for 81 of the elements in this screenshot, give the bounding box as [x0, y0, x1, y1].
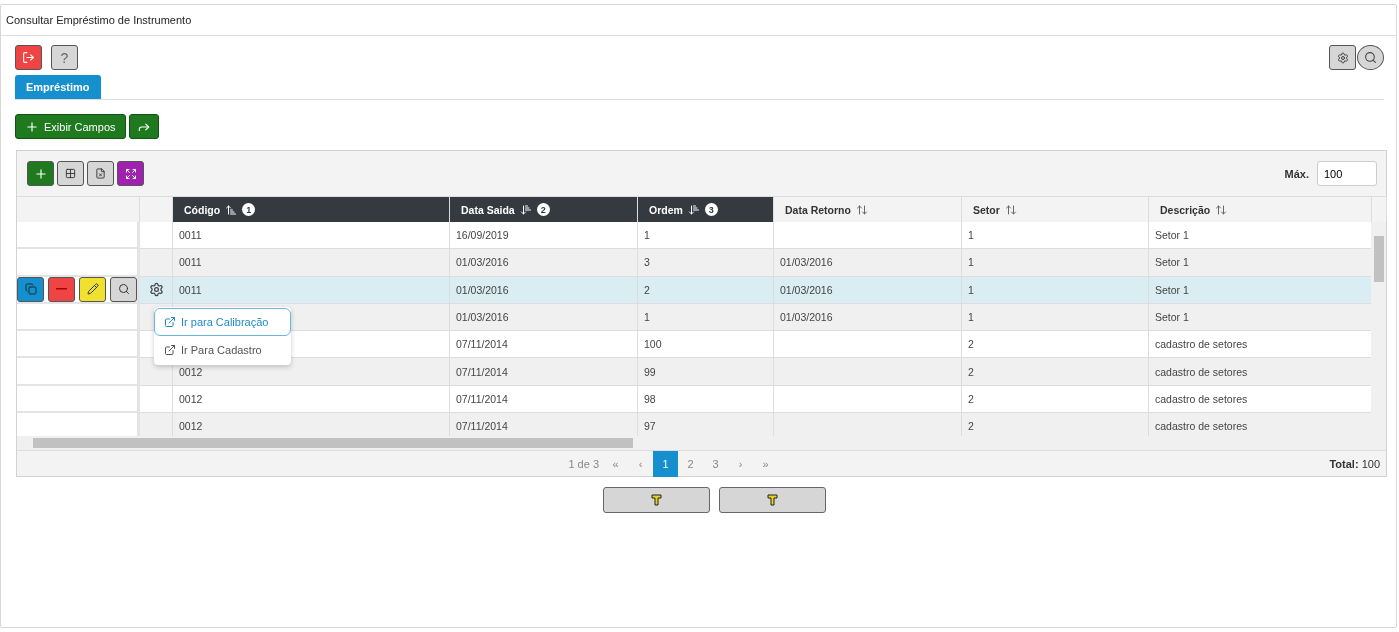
sort-icon[interactable] — [855, 203, 868, 216]
plus-icon — [33, 166, 48, 181]
column-header[interactable]: Data Saida 2 — [450, 196, 638, 222]
column-header[interactable]: Setor — [962, 196, 1149, 222]
column-label: Descrição — [1160, 203, 1211, 216]
menu-item[interactable]: Ir para Calibração — [154, 308, 291, 336]
expand-icon — [124, 167, 137, 180]
exit-icon — [22, 51, 35, 64]
max-label: Máx. — [1284, 167, 1309, 180]
copy-icon — [24, 283, 37, 296]
sort-order-badge: 1 — [242, 203, 256, 216]
tool-button[interactable] — [603, 487, 710, 513]
share-button[interactable] — [128, 114, 159, 139]
header-cell — [140, 196, 173, 222]
column-header[interactable]: Ordem 3 — [638, 196, 774, 222]
search-icon — [1364, 51, 1377, 64]
sort-order-badge: 3 — [704, 203, 718, 216]
sort-order-badge: 2 — [536, 203, 550, 216]
table-cell: 01/03/2016 — [450, 249, 638, 277]
column-label: Código — [184, 203, 221, 216]
table-cell: 1 — [962, 249, 1149, 277]
column-header[interactable]: Código 1 — [173, 196, 450, 222]
tab[interactable]: Empréstimo — [15, 75, 101, 99]
table-cell: 3 — [638, 249, 774, 277]
add-button[interactable] — [27, 161, 54, 186]
table-row[interactable]: 0012 07/11/2014 99 2 cadastro de setores — [17, 358, 1371, 386]
edit-button[interactable] — [79, 276, 106, 302]
copy-button[interactable] — [17, 276, 44, 302]
external-link-icon — [164, 344, 176, 356]
settings-icon[interactable] — [148, 282, 164, 298]
exit-button[interactable] — [15, 45, 42, 70]
pencil-icon — [86, 283, 99, 296]
table-cell: 0011 — [173, 276, 450, 304]
settings-icon — [1336, 51, 1349, 64]
expand-button[interactable] — [117, 161, 144, 186]
table-cell: 07/11/2014 — [450, 358, 638, 386]
search-icon — [117, 283, 130, 296]
page-summary: 1 de 3 — [568, 457, 600, 470]
sort-ascending-icon[interactable] — [225, 203, 238, 216]
column-label: Setor — [973, 203, 1000, 216]
show-fields-button[interactable]: Exibir Campos — [15, 114, 126, 139]
settings-button[interactable] — [1329, 45, 1356, 70]
column-label: Data Saida — [461, 203, 515, 216]
window-title: Consultar Empréstimo de Instrumento — [1, 5, 1396, 36]
table-cell: 01/03/2016 — [774, 249, 962, 277]
table-row[interactable]: 0011 01/03/2016 2 01/03/2016 1 Setor 1 — [17, 276, 1371, 304]
view-button[interactable] — [110, 276, 137, 302]
table-cell: 2 — [962, 358, 1149, 386]
table-cell: 01/03/2016 — [450, 276, 638, 304]
column-label: Ordem — [649, 203, 683, 216]
table-row[interactable]: 0011 01/03/2016 3 01/03/2016 1 Setor 1 — [17, 249, 1371, 277]
search-button[interactable] — [1357, 45, 1384, 70]
table-cell: 99 — [638, 358, 774, 386]
delete-button[interactable] — [48, 276, 75, 302]
column-label: Data Retorno — [785, 203, 851, 216]
sort-descending-icon[interactable] — [519, 203, 532, 216]
table-cell: 2 — [638, 276, 774, 304]
column-header[interactable]: Descrição — [1149, 196, 1372, 222]
total-count: Total: 100 — [1329, 457, 1380, 470]
spreadsheet-file-icon — [95, 168, 106, 179]
column-header[interactable]: Data Retorno — [774, 196, 962, 222]
table-row[interactable]: 0011 16/09/2019 1 1 Setor 1 — [17, 222, 1371, 250]
sort-icon[interactable] — [1215, 203, 1228, 216]
max-field[interactable]: 100 — [1317, 161, 1377, 186]
page-link[interactable]: 1 — [653, 450, 679, 477]
grid-button[interactable] — [57, 161, 84, 186]
table-cell: 0011 — [173, 249, 450, 277]
minus-icon — [56, 288, 67, 291]
plus-icon — [25, 119, 39, 134]
export-button[interactable] — [87, 161, 114, 186]
table-cell: 1 — [962, 276, 1149, 304]
help-button[interactable]: ? — [51, 45, 78, 70]
t-shape-icon — [766, 494, 779, 506]
external-link-icon — [164, 316, 176, 328]
t-shape-icon — [650, 494, 663, 506]
grid-icon — [65, 168, 76, 179]
table-cell: 01/03/2016 — [774, 276, 962, 304]
tool-button[interactable] — [719, 487, 826, 513]
sort-descending-icon[interactable] — [687, 203, 700, 216]
table-row[interactable]: 0012 07/11/2014 98 2 cadastro de setores — [17, 385, 1371, 414]
sort-icon[interactable] — [1004, 203, 1017, 216]
